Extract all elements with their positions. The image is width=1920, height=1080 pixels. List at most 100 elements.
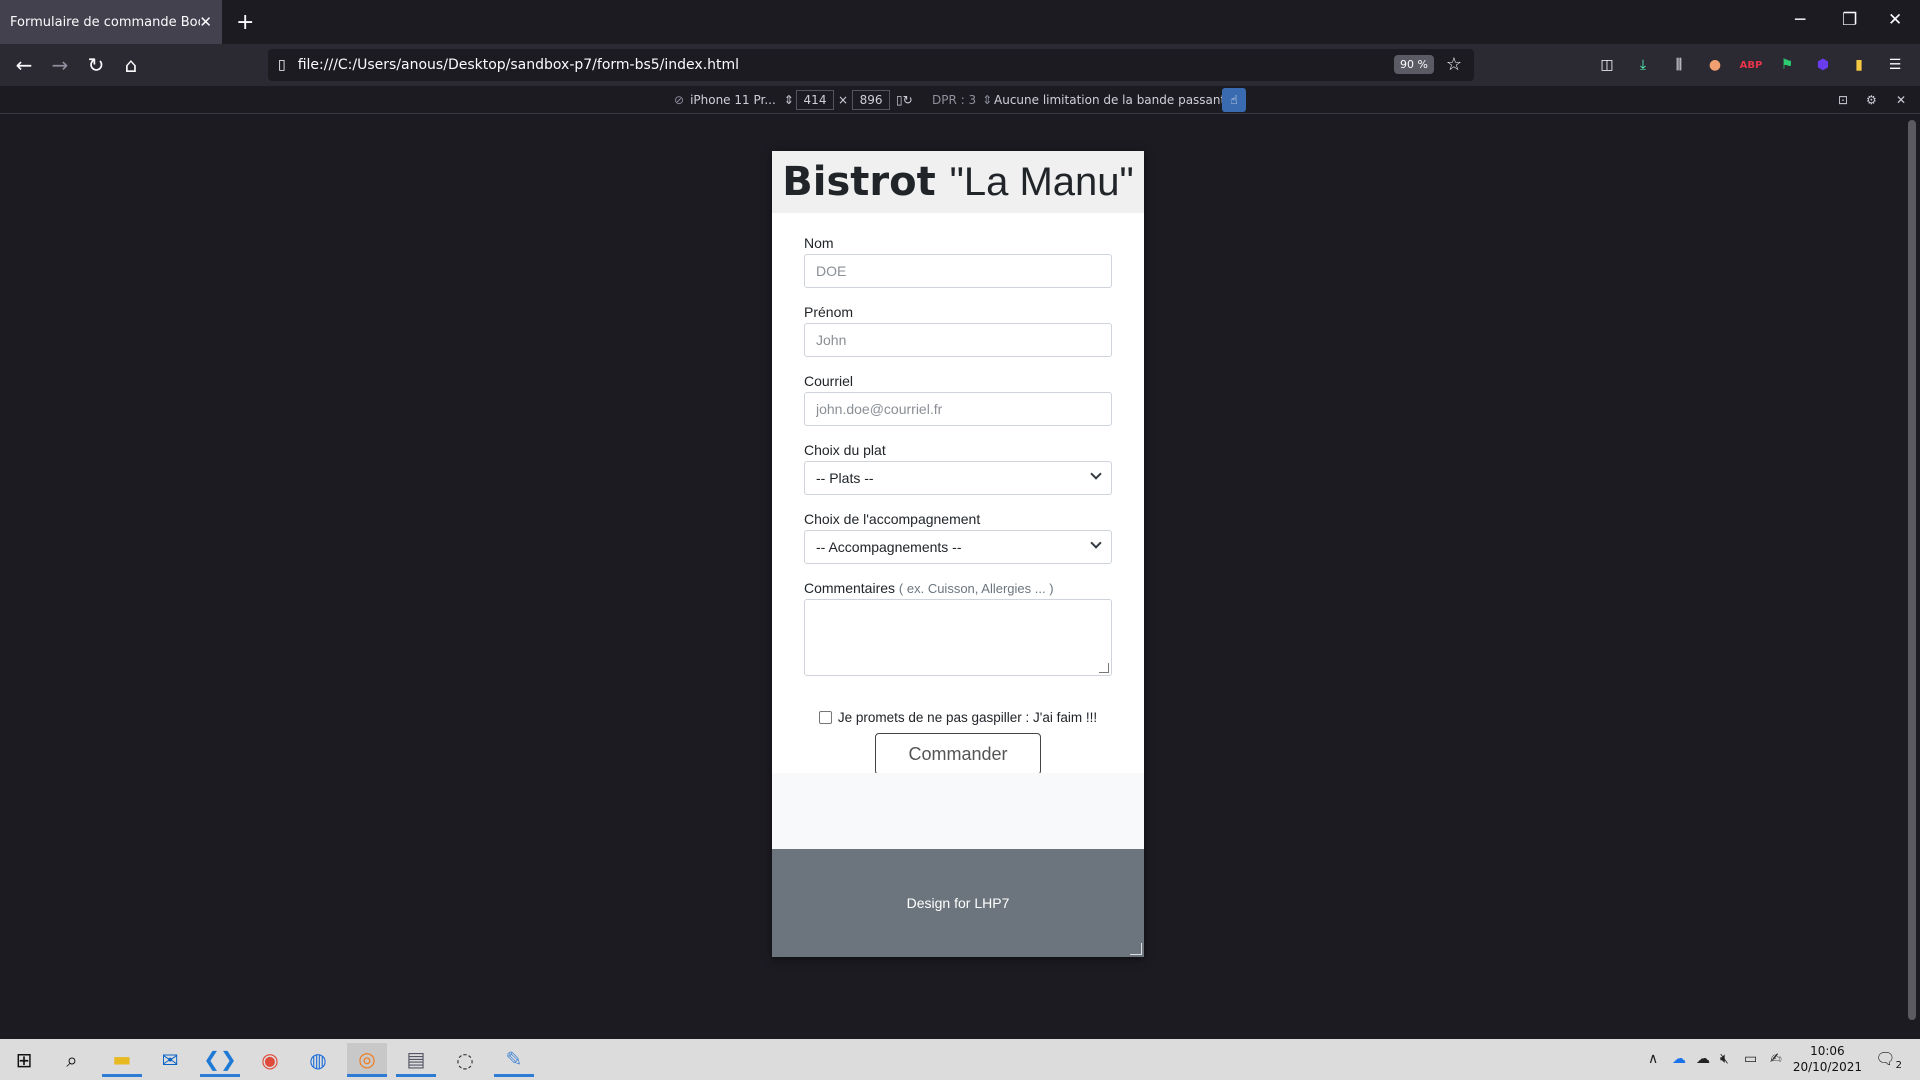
- pocket-icon[interactable]: ◫: [1596, 54, 1618, 76]
- bookmark-star-icon[interactable]: ☆: [1446, 54, 1462, 75]
- firefox-icon[interactable]: ◎: [347, 1043, 387, 1077]
- chevron-updown-icon: ⇕: [783, 93, 794, 107]
- no-waste-checkbox-label: Je promets de ne pas gaspiller : J'ai fa…: [837, 710, 1098, 725]
- courriel-label: Courriel: [804, 373, 854, 389]
- zoom-level[interactable]: 90 %: [1394, 55, 1434, 74]
- order-form: Nom Prénom Courriel Choix du plat -- Pla…: [772, 213, 1144, 775]
- no-waste-checkbox[interactable]: [818, 711, 832, 724]
- prenom-label: Prénom: [804, 304, 854, 320]
- no-waste-checkbox-row[interactable]: Je promets de ne pas gaspiller : J'ai fa…: [804, 710, 1112, 725]
- outlook-icon[interactable]: ✉: [150, 1043, 190, 1077]
- home-icon[interactable]: ⌂: [117, 52, 145, 78]
- tab-title: Formulaire de commande BootStrap: [10, 14, 200, 30]
- url-text[interactable]: file:///C:/Users/anous/Desktop/sandbox-p…: [298, 57, 739, 73]
- close-tab-icon[interactable]: ✕: [199, 13, 212, 31]
- cloud-icon[interactable]: ☁: [1696, 1051, 1710, 1067]
- plat-select-value: -- Plats --: [804, 461, 1112, 495]
- accompagnement-label: Choix de l'accompagnement: [804, 511, 981, 527]
- notification-count: 2: [1895, 1060, 1902, 1072]
- prenom-input[interactable]: [804, 323, 1112, 357]
- device-selector[interactable]: ⊘ iPhone 11 Pr... ⇕: [674, 86, 794, 114]
- dpr-value: DPR : 3: [932, 93, 977, 107]
- chevron-updown-icon: ⇕: [982, 93, 993, 107]
- library-icon[interactable]: ⫼: [1668, 54, 1690, 76]
- accompagnement-select-value: -- Accompagnements --: [804, 530, 1112, 564]
- accompagnement-select[interactable]: -- Accompagnements --: [804, 530, 1112, 564]
- browser-tab[interactable]: Formulaire de commande BootStrap ✕: [0, 0, 222, 44]
- dpr-selector[interactable]: DPR : 3 ⇕: [932, 86, 992, 114]
- page-spacer: [772, 773, 1144, 849]
- plat-select[interactable]: -- Plats --: [804, 461, 1112, 495]
- commentaires-textarea[interactable]: [804, 599, 1112, 676]
- onedrive-icon[interactable]: ☁: [1672, 1051, 1686, 1067]
- resize-grip-icon[interactable]: [1099, 663, 1109, 673]
- rotate-icon[interactable]: ▯↻: [896, 86, 913, 114]
- battery-icon[interactable]: ▭: [1744, 1051, 1757, 1067]
- page-header: Bistrot "La Manu": [772, 151, 1144, 213]
- restore-icon[interactable]: ❐: [1842, 10, 1857, 30]
- tab-bar: Formulaire de commande BootStrap ✕ + ─ ❐…: [0, 0, 1920, 44]
- pen-icon[interactable]: ✍: [1770, 1051, 1782, 1067]
- volume-muted-icon[interactable]: 🔇︎: [1720, 1051, 1729, 1067]
- commander-button[interactable]: Commander: [875, 733, 1041, 775]
- compass-icon[interactable]: ◌: [445, 1043, 485, 1077]
- close-rdm-icon[interactable]: ✕: [1896, 86, 1906, 114]
- forward-icon[interactable]: →: [46, 52, 74, 78]
- reload-icon[interactable]: ↻: [82, 52, 110, 78]
- nom-input[interactable]: [804, 254, 1112, 288]
- commentaires-label: Commentaires ( ex. Cuisson, Allergies ..…: [804, 580, 1112, 596]
- responsive-design-toolbar: ⊘ iPhone 11 Pr... ⇕ × ▯↻ DPR : 3 ⇕ Aucun…: [0, 86, 1920, 114]
- title-light: "La Manu": [949, 160, 1134, 204]
- windows-start-icon[interactable]: ⊞: [4, 1043, 44, 1077]
- page-footer: Design for LHP7: [772, 849, 1144, 957]
- device-resize-handle-icon[interactable]: [1130, 943, 1142, 955]
- title-bold: Bistrot: [782, 159, 936, 205]
- notification-center-icon[interactable]: 🗨︎2: [1875, 1049, 1902, 1071]
- extension-chart-icon[interactable]: ▮: [1848, 54, 1870, 76]
- clock-time: 10:06: [1810, 1044, 1845, 1058]
- photos-icon[interactable]: ▤: [396, 1043, 436, 1077]
- close-window-icon[interactable]: ✕: [1888, 10, 1902, 30]
- paint-icon[interactable]: ✎: [494, 1043, 534, 1077]
- footer-text: Design for LHP7: [906, 895, 1010, 911]
- throttling-value: Aucune limitation de la bande passante: [994, 93, 1233, 107]
- nom-label: Nom: [804, 235, 834, 251]
- navigation-toolbar: ← → ↻ ⌂ ▯ file:///C:/Users/anous/Desktop…: [0, 44, 1920, 86]
- touch-simulation-icon[interactable]: ☝: [1222, 88, 1246, 112]
- settings-gear-icon[interactable]: ⚙: [1866, 86, 1877, 114]
- system-clock[interactable]: 10:06 20/10/2021: [1793, 1043, 1862, 1075]
- extension-flag-icon[interactable]: ⚑: [1776, 54, 1798, 76]
- clock-date: 20/10/2021: [1792, 1060, 1862, 1074]
- extension-avatar-icon[interactable]: ●: [1704, 54, 1726, 76]
- back-icon[interactable]: ←: [10, 52, 38, 78]
- file-explorer-icon[interactable]: ▬: [102, 1043, 142, 1077]
- scrollbar[interactable]: [1904, 114, 1920, 1039]
- menu-icon[interactable]: ☰: [1884, 54, 1906, 76]
- commentaires-label-text: Commentaires: [804, 580, 896, 596]
- screenshot-icon[interactable]: ⊡: [1838, 86, 1848, 114]
- commentaires-hint: ( ex. Cuisson, Allergies ... ): [898, 581, 1054, 596]
- adblock-icon[interactable]: ABP: [1740, 54, 1763, 76]
- throttling-selector[interactable]: Aucune limitation de la bande passante ⇕: [994, 86, 1247, 114]
- vscode-icon[interactable]: ❮❯: [200, 1043, 240, 1077]
- chrome-icon[interactable]: ◉: [250, 1043, 290, 1077]
- plat-label: Choix du plat: [804, 442, 886, 458]
- commentaires-wrapper: [804, 599, 1112, 676]
- new-tab-icon[interactable]: +: [236, 10, 254, 35]
- device-name: iPhone 11 Pr...: [690, 93, 776, 107]
- viewport-height-input[interactable]: [852, 90, 891, 110]
- firefox-dev-icon[interactable]: ◍: [298, 1043, 338, 1077]
- device-icon: ⊘: [674, 93, 685, 107]
- viewport-width-input[interactable]: [796, 90, 834, 110]
- page-title: Bistrot "La Manu": [782, 159, 1133, 205]
- minimize-icon[interactable]: ─: [1795, 10, 1805, 30]
- dimension-separator: ×: [838, 93, 849, 107]
- device-frame: Bistrot "La Manu" Nom Prénom Courriel Ch…: [772, 151, 1144, 957]
- download-icon[interactable]: ⤓: [1632, 54, 1654, 76]
- url-bar[interactable]: ▯ file:///C:/Users/anous/Desktop/sandbox…: [268, 49, 1474, 81]
- search-icon[interactable]: ⌕: [52, 1043, 92, 1077]
- courriel-input[interactable]: [804, 392, 1112, 426]
- tray-chevron-up-icon[interactable]: ∧: [1648, 1051, 1658, 1067]
- scrollbar-thumb[interactable]: [1908, 120, 1916, 1020]
- extension-hexagon-icon[interactable]: ⬢: [1812, 54, 1834, 76]
